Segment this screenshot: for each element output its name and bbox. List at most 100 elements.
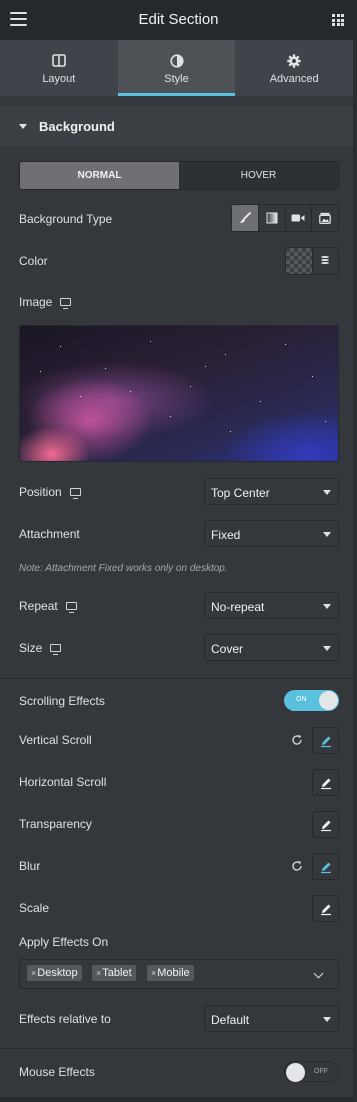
- state-tab-hover[interactable]: HOVER: [179, 162, 338, 189]
- section-title: Background: [39, 119, 115, 134]
- attachment-label: Attachment: [19, 527, 80, 541]
- columns-icon: [52, 54, 66, 67]
- size-label: Size: [19, 641, 43, 655]
- scrolling-effects-label: Scrolling Effects: [19, 694, 105, 708]
- background-type-slideshow[interactable]: [312, 205, 338, 231]
- desktop-icon[interactable]: [69, 488, 81, 499]
- background-type-classic[interactable]: [232, 205, 259, 231]
- image-label-row: Image: [19, 295, 72, 309]
- tab-layout-label: Layout: [42, 73, 76, 85]
- horizontal-scroll-edit-button[interactable]: [312, 769, 339, 796]
- background-type-gradient[interactable]: [258, 205, 286, 231]
- size-label-row: Size: [19, 641, 62, 655]
- vertical-scroll-label: Vertical Scroll: [19, 733, 92, 747]
- switch-state-text: OFF: [314, 1068, 328, 1075]
- pencil-icon: [321, 736, 331, 748]
- tab-layout[interactable]: Layout: [0, 40, 118, 96]
- tab-advanced-label: Advanced: [269, 73, 319, 85]
- repeat-label: Repeat: [19, 599, 58, 613]
- position-value: Top Center: [211, 486, 270, 500]
- reset-icon[interactable]: [291, 860, 303, 872]
- pencil-icon: [321, 862, 331, 874]
- scrolling-effects-switch[interactable]: ON: [284, 690, 339, 711]
- panel-title: Edit Section: [138, 11, 219, 28]
- grid-icon[interactable]: [332, 14, 344, 26]
- repeat-value: No-repeat: [211, 600, 265, 614]
- remove-tag-icon[interactable]: ×: [151, 968, 156, 978]
- mouse-effects-switch[interactable]: OFF: [284, 1061, 339, 1082]
- image-label: Image: [19, 295, 53, 309]
- desktop-icon[interactable]: [60, 298, 72, 309]
- panel-header: Edit Section: [0, 0, 357, 40]
- scale-edit-button[interactable]: [312, 895, 339, 922]
- repeat-label-row: Repeat: [19, 599, 77, 613]
- blur-label: Blur: [19, 859, 41, 873]
- remove-tag-icon[interactable]: ×: [96, 968, 101, 978]
- background-type-label: Background Type: [19, 212, 113, 226]
- caret-down-icon: [323, 1017, 331, 1022]
- global-colors-button[interactable]: [313, 248, 339, 274]
- apply-effects-multiselect[interactable]: ×Desktop ×Tablet ×Mobile: [19, 959, 339, 989]
- position-label-row: Position: [19, 485, 81, 499]
- desktop-icon[interactable]: [50, 644, 62, 655]
- brush-icon: [239, 212, 251, 223]
- caret-down-icon: [323, 646, 331, 651]
- contrast-icon: [169, 54, 184, 68]
- transparency-label: Transparency: [19, 817, 92, 831]
- position-label: Position: [19, 485, 62, 499]
- reset-icon[interactable]: [291, 734, 303, 746]
- attachment-select[interactable]: Fixed: [204, 520, 339, 547]
- background-section-toggle[interactable]: Background: [0, 106, 353, 146]
- caret-down-icon: [19, 124, 27, 129]
- effects-relative-value: Default: [211, 1013, 250, 1027]
- tag-tablet[interactable]: ×Tablet: [92, 965, 136, 981]
- pencil-icon: [321, 778, 331, 790]
- background-type-choices: [231, 204, 339, 232]
- remove-tag-icon[interactable]: ×: [31, 968, 36, 978]
- blur-edit-button[interactable]: [312, 853, 339, 880]
- scale-label: Scale: [19, 901, 50, 915]
- chevron-down-icon: [313, 968, 324, 979]
- pencil-icon: [321, 820, 331, 832]
- transparency-edit-button[interactable]: [312, 811, 339, 838]
- switch-state-text: ON: [296, 696, 307, 703]
- vertical-scroll-edit-button[interactable]: [312, 727, 339, 754]
- tag-mobile[interactable]: ×Mobile: [147, 965, 194, 981]
- caret-down-icon: [323, 532, 331, 537]
- slideshow-icon: [319, 212, 331, 224]
- color-picker[interactable]: [286, 248, 313, 274]
- tab-advanced[interactable]: Advanced: [235, 40, 353, 96]
- scrollbar[interactable]: [353, 40, 357, 1102]
- pencil-icon: [321, 904, 331, 916]
- panel-tabs: Layout Style Advanced: [0, 40, 353, 96]
- gear-icon: [287, 54, 301, 68]
- repeat-select[interactable]: No-repeat: [204, 592, 339, 619]
- gradient-icon: [266, 212, 278, 224]
- horizontal-scroll-label: Horizontal Scroll: [19, 775, 107, 789]
- panel-bottom: [0, 1097, 353, 1102]
- image-preview[interactable]: [19, 325, 339, 462]
- effects-relative-label: Effects relative to: [19, 1012, 111, 1026]
- size-select[interactable]: Cover: [204, 634, 339, 661]
- switch-knob: [286, 1063, 305, 1082]
- tab-style[interactable]: Style: [117, 40, 236, 96]
- desktop-icon[interactable]: [65, 602, 77, 613]
- background-type-video[interactable]: [285, 205, 313, 231]
- size-value: Cover: [211, 642, 244, 656]
- caret-down-icon: [323, 490, 331, 495]
- caret-down-icon: [323, 604, 331, 609]
- position-select[interactable]: Top Center: [204, 478, 339, 505]
- switch-knob: [319, 691, 338, 710]
- divider: [0, 678, 353, 679]
- tab-style-label: Style: [164, 73, 189, 85]
- color-label: Color: [19, 254, 48, 268]
- video-icon: [291, 214, 305, 222]
- state-tabs: NORMAL HOVER: [19, 161, 339, 190]
- tag-desktop[interactable]: ×Desktop: [27, 965, 82, 981]
- state-tab-normal[interactable]: NORMAL: [20, 162, 179, 189]
- effects-relative-select[interactable]: Default: [204, 1005, 339, 1032]
- apply-effects-label: Apply Effects On: [19, 935, 109, 949]
- mouse-effects-label: Mouse Effects: [19, 1065, 95, 1079]
- color-control: [285, 247, 339, 275]
- divider: [0, 1048, 353, 1049]
